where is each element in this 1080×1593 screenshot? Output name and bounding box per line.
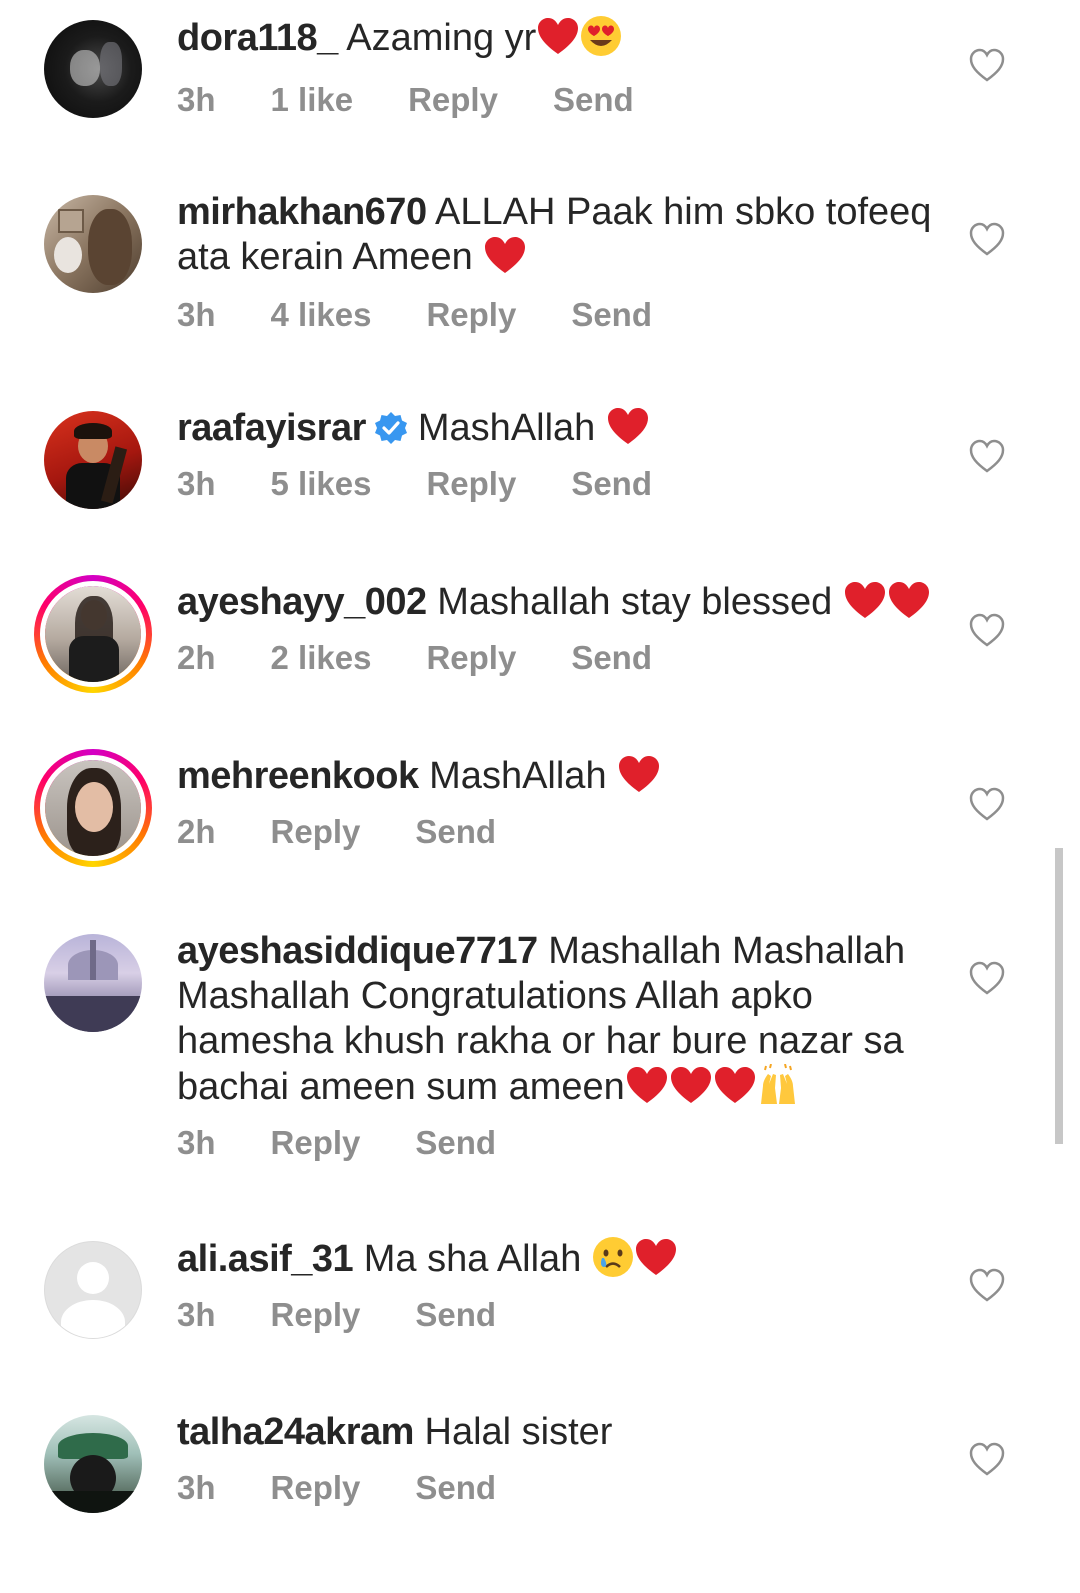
heart-emoji-icon	[538, 18, 579, 54]
comment-likes[interactable]: 1 like	[271, 81, 354, 119]
verified-badge-icon	[374, 412, 407, 444]
comment-likes[interactable]: 4 likes	[271, 296, 372, 334]
raising-hands-emoji-icon	[760, 1064, 795, 1104]
heart-icon[interactable]	[968, 1441, 1006, 1477]
heart-eyes-emoji-icon	[581, 16, 622, 56]
comment-meta: 3h 1 like Reply Send	[177, 78, 947, 122]
comment-time: 3h	[177, 296, 216, 333]
comment-likes[interactable]: 2 likes	[271, 639, 372, 677]
comment-text: ayeshasiddique7717 Mashallah Mashallah M…	[177, 930, 906, 1108]
heart-icon[interactable]	[968, 612, 1006, 648]
comment-text: mehreenkook MashAllah	[177, 754, 947, 799]
heart-emoji-icon	[670, 1067, 711, 1103]
comment-time: 2h	[177, 639, 216, 676]
comment-text: dora118_ Azaming yr	[177, 15, 947, 61]
send-button[interactable]: Send	[415, 813, 496, 851]
reply-button[interactable]: Reply	[426, 639, 516, 677]
send-button[interactable]: Send	[571, 296, 652, 334]
comment-time: 3h	[177, 1469, 216, 1506]
reply-button[interactable]: Reply	[426, 465, 516, 503]
reply-button[interactable]: Reply	[426, 296, 516, 334]
comment-time: 3h	[177, 465, 216, 502]
send-button[interactable]: Send	[571, 465, 652, 503]
avatar[interactable]	[44, 195, 142, 293]
send-button[interactable]: Send	[571, 639, 652, 677]
comment-text: talha24akram Halal sister	[177, 1411, 613, 1453]
heart-icon[interactable]	[968, 47, 1006, 83]
comment-time: 3h	[177, 1124, 216, 1161]
comment-meta: 3h 5 likes Reply Send	[177, 462, 947, 506]
comment-username[interactable]: mehreenkook	[177, 755, 419, 797]
heart-emoji-icon	[485, 237, 526, 273]
avatar[interactable]	[34, 749, 152, 867]
comment-text: ayeshayy_002 Mashallah stay blessed	[177, 580, 947, 625]
avatar[interactable]	[34, 575, 152, 693]
comment-username[interactable]: dora118_	[177, 17, 338, 59]
heart-emoji-icon	[714, 1067, 755, 1103]
comment-text: raafayisrar MashAllah	[177, 406, 947, 451]
comment-meta: 2h Reply Send	[177, 810, 947, 854]
comment-time: 3h	[177, 81, 216, 118]
comment-username[interactable]: ali.asif_31	[177, 1238, 354, 1280]
comment-text: mirhakhan670 ALLAH Paak him sbko tofeeq …	[177, 191, 932, 278]
send-button[interactable]: Send	[415, 1296, 496, 1334]
crying-face-emoji-icon	[592, 1237, 633, 1277]
heart-emoji-icon	[607, 408, 648, 444]
comment-meta: 3h 4 likes Reply Send	[177, 293, 947, 337]
avatar[interactable]	[44, 1241, 142, 1339]
heart-icon[interactable]	[968, 438, 1006, 474]
comment-meta: 3h Reply Send	[177, 1121, 947, 1165]
heart-emoji-icon	[635, 1239, 676, 1275]
comment-meta: 3h Reply Send	[177, 1466, 947, 1510]
comment-meta: 3h Reply Send	[177, 1293, 947, 1337]
send-button[interactable]: Send	[553, 81, 634, 119]
comment-username[interactable]: ayeshayy_002	[177, 581, 427, 623]
story-ring	[40, 581, 146, 687]
heart-icon[interactable]	[968, 786, 1006, 822]
reply-button[interactable]: Reply	[271, 1296, 361, 1334]
story-ring	[40, 755, 146, 861]
heart-emoji-icon	[619, 756, 660, 792]
avatar[interactable]	[44, 934, 142, 1032]
send-button[interactable]: Send	[415, 1124, 496, 1162]
heart-icon[interactable]	[968, 221, 1006, 257]
comment-username[interactable]: talha24akram	[177, 1411, 414, 1453]
heart-emoji-icon	[888, 582, 929, 618]
reply-button[interactable]: Reply	[408, 81, 498, 119]
reply-button[interactable]: Reply	[271, 813, 361, 851]
scrollbar[interactable]	[1055, 848, 1063, 1144]
heart-emoji-icon	[844, 582, 885, 618]
heart-emoji-icon	[626, 1067, 667, 1103]
avatar[interactable]	[44, 411, 142, 509]
reply-button[interactable]: Reply	[271, 1469, 361, 1507]
heart-icon[interactable]	[968, 1267, 1006, 1303]
comment-text: ali.asif_31 Ma sha Allah	[177, 1236, 947, 1282]
comment-meta: 2h 2 likes Reply Send	[177, 636, 947, 680]
heart-icon[interactable]	[968, 960, 1006, 996]
reply-button[interactable]: Reply	[271, 1124, 361, 1162]
comment-time: 3h	[177, 1296, 216, 1333]
send-button[interactable]: Send	[415, 1469, 496, 1507]
avatar[interactable]	[44, 1415, 142, 1513]
comment-username[interactable]: raafayisrar	[177, 407, 366, 449]
comment-likes[interactable]: 5 likes	[271, 465, 372, 503]
avatar[interactable]	[44, 20, 142, 118]
comment-time: 2h	[177, 813, 216, 850]
comment-username[interactable]: ayeshasiddique7717	[177, 930, 538, 972]
comment-username[interactable]: mirhakhan670	[177, 191, 427, 233]
